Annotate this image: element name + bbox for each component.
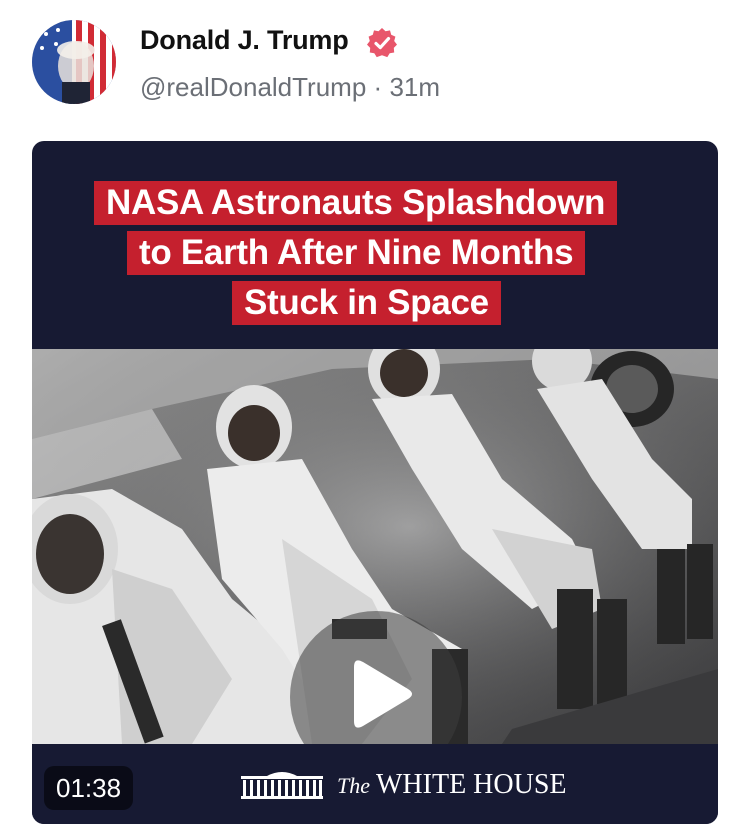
headline-line-2: to Earth After Nine Months [127,231,586,275]
white-house-wordmark: The WHITE HOUSE [337,769,567,801]
author-name[interactable]: Donald J. Trump [140,25,349,56]
separator: · [373,72,383,102]
timestamp[interactable]: 31m [389,72,440,102]
post-header: Donald J. Trump @realDonaldTrump · 31m [0,0,750,130]
video-footer: 01:38 The WHITE HOUSE [32,744,718,824]
handle-line: @realDonaldTrump · 31m [140,72,440,103]
profile-portrait-icon [32,20,116,104]
video-headline: NASA Astronauts Splashdown to Earth Afte… [32,141,718,351]
avatar[interactable] [32,20,116,104]
verified-badge-icon [367,28,397,58]
headline-line-1: NASA Astronauts Splashdown [94,181,618,225]
video-card[interactable]: NASA Astronauts Splashdown to Earth Afte… [32,141,718,824]
brand-prefix: The [337,773,370,798]
video-frame[interactable] [32,349,718,744]
video-duration: 01:38 [44,766,134,810]
brand-name: WHITE HOUSE [376,769,567,800]
play-icon [354,660,412,728]
white-house-logo-icon [241,772,323,799]
headline-line-3: Stuck in Space [232,281,501,325]
play-button[interactable] [290,611,462,744]
handle[interactable]: @realDonaldTrump [140,72,366,102]
